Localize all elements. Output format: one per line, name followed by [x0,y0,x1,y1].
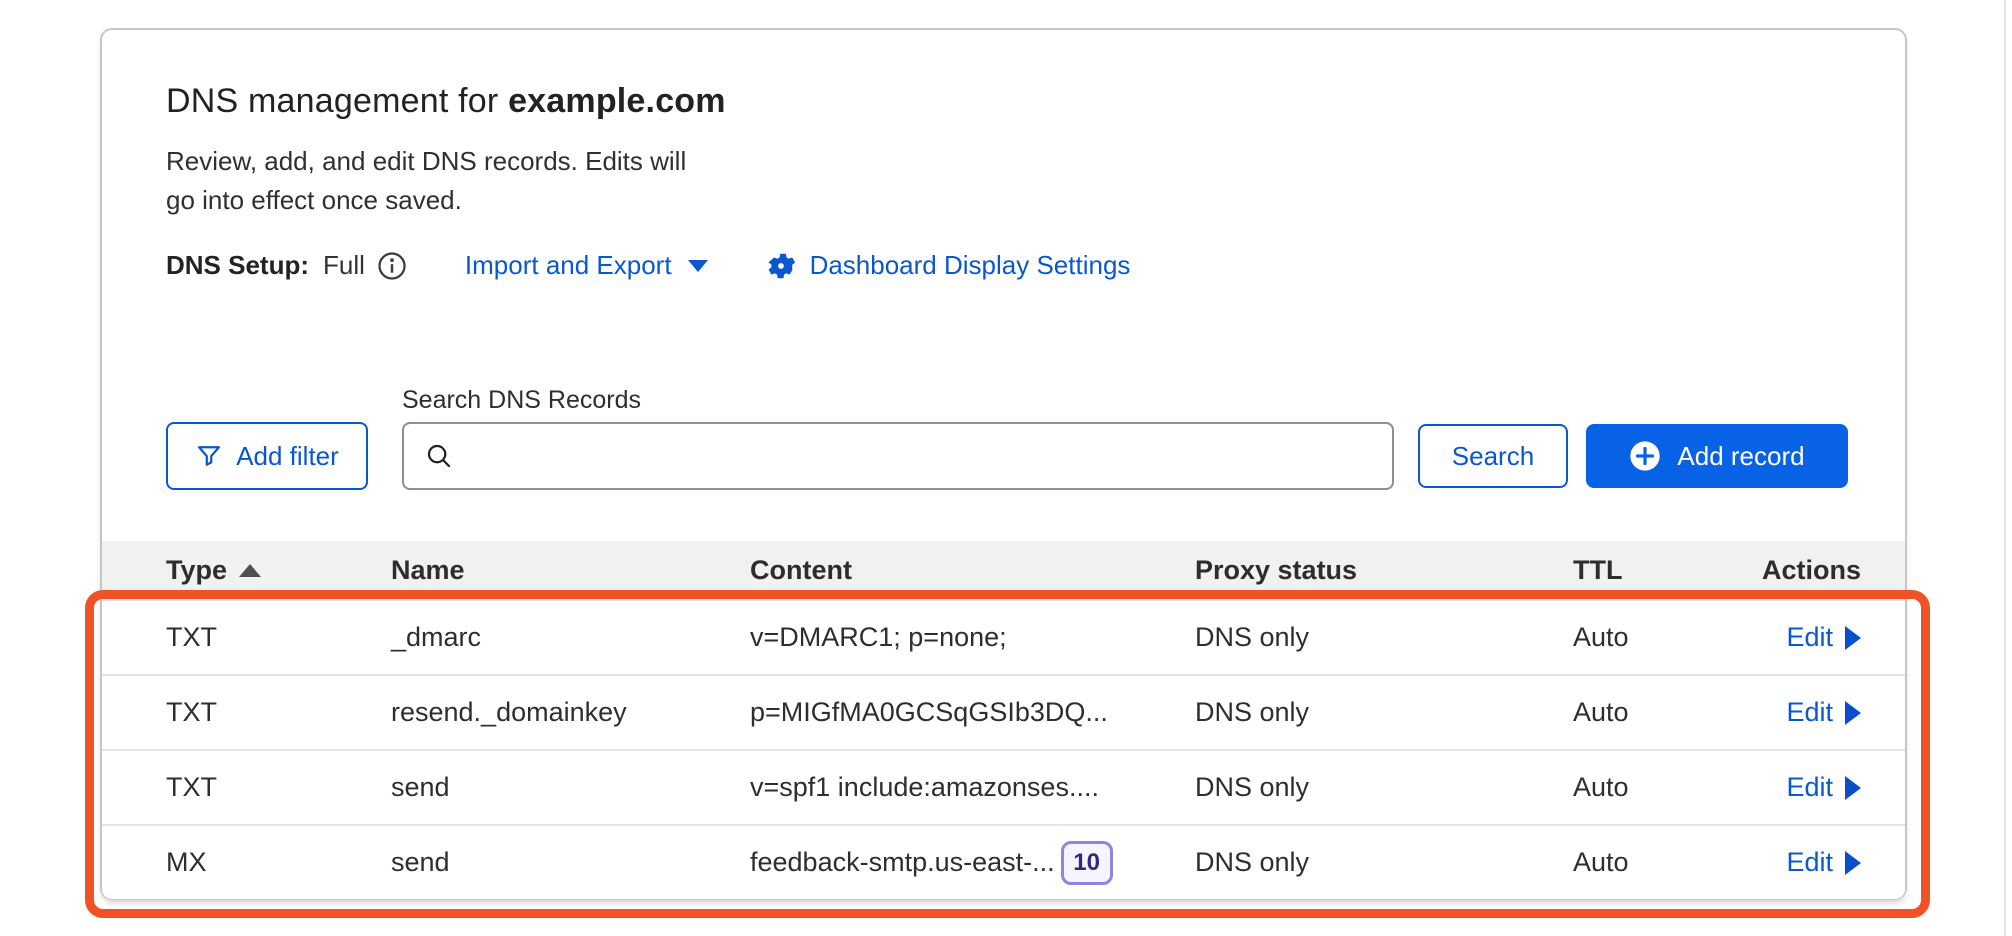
column-header-type[interactable]: Type [166,555,391,586]
edit-record-button[interactable]: Edit [1786,622,1861,653]
search-button-label: Search [1452,441,1534,472]
cell-record-content: feedback-smtp.us-east-... 10 [750,841,1195,885]
info-icon[interactable] [377,251,407,281]
edit-label: Edit [1786,772,1833,803]
record-content-text: p=MIGfMA0GCSqGSIb3DQ... [750,697,1108,728]
edit-label: Edit [1786,697,1833,728]
search-dns-records-label: Search DNS Records [402,386,641,415]
plus-circle-icon [1629,440,1661,472]
search-button[interactable]: Search [1418,424,1568,488]
column-header-proxy-status[interactable]: Proxy status [1195,555,1573,586]
search-box [402,422,1394,490]
table-body: TXT _dmarc v=DMARC1; p=none; DNS only Au… [102,599,1905,899]
table-row: TXT resend._domainkey p=MIGfMA0GCSqGSIb3… [102,674,1905,749]
add-record-button[interactable]: Add record [1586,424,1848,488]
cell-record-content: p=MIGfMA0GCSqGSIb3DQ... [750,697,1195,728]
gear-icon [766,251,796,281]
sort-ascending-icon [239,564,261,577]
priority-badge: 10 [1061,841,1113,885]
cell-ttl: Auto [1573,697,1761,728]
column-header-content[interactable]: Content [750,555,1195,586]
column-header-actions: Actions [1761,555,1861,586]
search-icon [424,441,454,471]
cell-record-type: TXT [166,697,391,728]
cell-actions: Edit [1761,847,1861,878]
dashboard-display-settings-link[interactable]: Dashboard Display Settings [766,250,1131,281]
chevron-right-icon [1845,701,1861,725]
add-record-label: Add record [1677,441,1804,472]
edit-record-button[interactable]: Edit [1786,772,1861,803]
cell-ttl: Auto [1573,622,1761,653]
column-header-ttl[interactable]: TTL [1573,555,1761,586]
cell-record-name: send [391,772,750,803]
cell-ttl: Auto [1573,847,1761,878]
record-content-text: v=DMARC1; p=none; [750,622,1007,653]
cell-record-type: TXT [166,622,391,653]
cell-record-type: MX [166,847,391,878]
page-edge-divider [2004,0,2006,936]
subtitle-line: Review, add, and edit DNS records. Edits… [166,142,686,181]
record-content-text: feedback-smtp.us-east-... [750,847,1055,878]
edit-record-button[interactable]: Edit [1786,847,1861,878]
import-export-label: Import and Export [465,250,672,281]
edit-label: Edit [1786,847,1833,878]
cell-proxy-status: DNS only [1195,697,1573,728]
chevron-right-icon [1845,776,1861,800]
chevron-right-icon [1845,626,1861,650]
dashboard-display-settings-label: Dashboard Display Settings [810,250,1131,281]
edit-record-button[interactable]: Edit [1786,697,1861,728]
cell-record-name: _dmarc [391,622,750,653]
table-row: TXT _dmarc v=DMARC1; p=none; DNS only Au… [102,599,1905,674]
cell-ttl: Auto [1573,772,1761,803]
page-subtitle: Review, add, and edit DNS records. Edits… [166,142,686,220]
cell-record-content: v=spf1 include:amazonses.... [750,772,1195,803]
filter-funnel-icon [195,442,223,470]
chevron-right-icon [1845,851,1861,875]
dns-setup-row: DNS Setup: Full Import and Export Dashbo… [166,250,1130,281]
search-input[interactable] [468,424,1372,488]
page-title-prefix: DNS management for [166,82,508,120]
cell-actions: Edit [1761,772,1861,803]
page-title-domain: example.com [508,82,726,120]
cell-proxy-status: DNS only [1195,772,1573,803]
column-header-name[interactable]: Name [391,555,750,586]
cell-record-name: resend._domainkey [391,697,750,728]
cell-actions: Edit [1761,697,1861,728]
cell-proxy-status: DNS only [1195,847,1573,878]
edit-label: Edit [1786,622,1833,653]
page-title: DNS management for example.com [166,82,726,121]
table-row: TXT send v=spf1 include:amazonses.... DN… [102,749,1905,824]
cell-record-type: TXT [166,772,391,803]
cell-record-name: send [391,847,750,878]
table-row: MX send feedback-smtp.us-east-... 10 DNS… [102,824,1905,899]
cell-proxy-status: DNS only [1195,622,1573,653]
subtitle-line: go into effect once saved. [166,181,686,220]
column-header-type-label: Type [166,555,227,586]
chevron-down-icon [688,260,708,272]
dns-setup-value: Full [323,250,365,281]
add-filter-button[interactable]: Add filter [166,422,368,490]
cell-actions: Edit [1761,622,1861,653]
import-export-link[interactable]: Import and Export [465,250,708,281]
dns-management-card: DNS management for example.com Review, a… [100,28,1907,900]
add-filter-label: Add filter [236,441,339,472]
table-header-row: Type Name Content Proxy status TTL Actio… [102,541,1905,599]
dns-setup-label: DNS Setup: [166,250,309,281]
record-content-text: v=spf1 include:amazonses.... [750,772,1099,803]
cell-record-content: v=DMARC1; p=none; [750,622,1195,653]
